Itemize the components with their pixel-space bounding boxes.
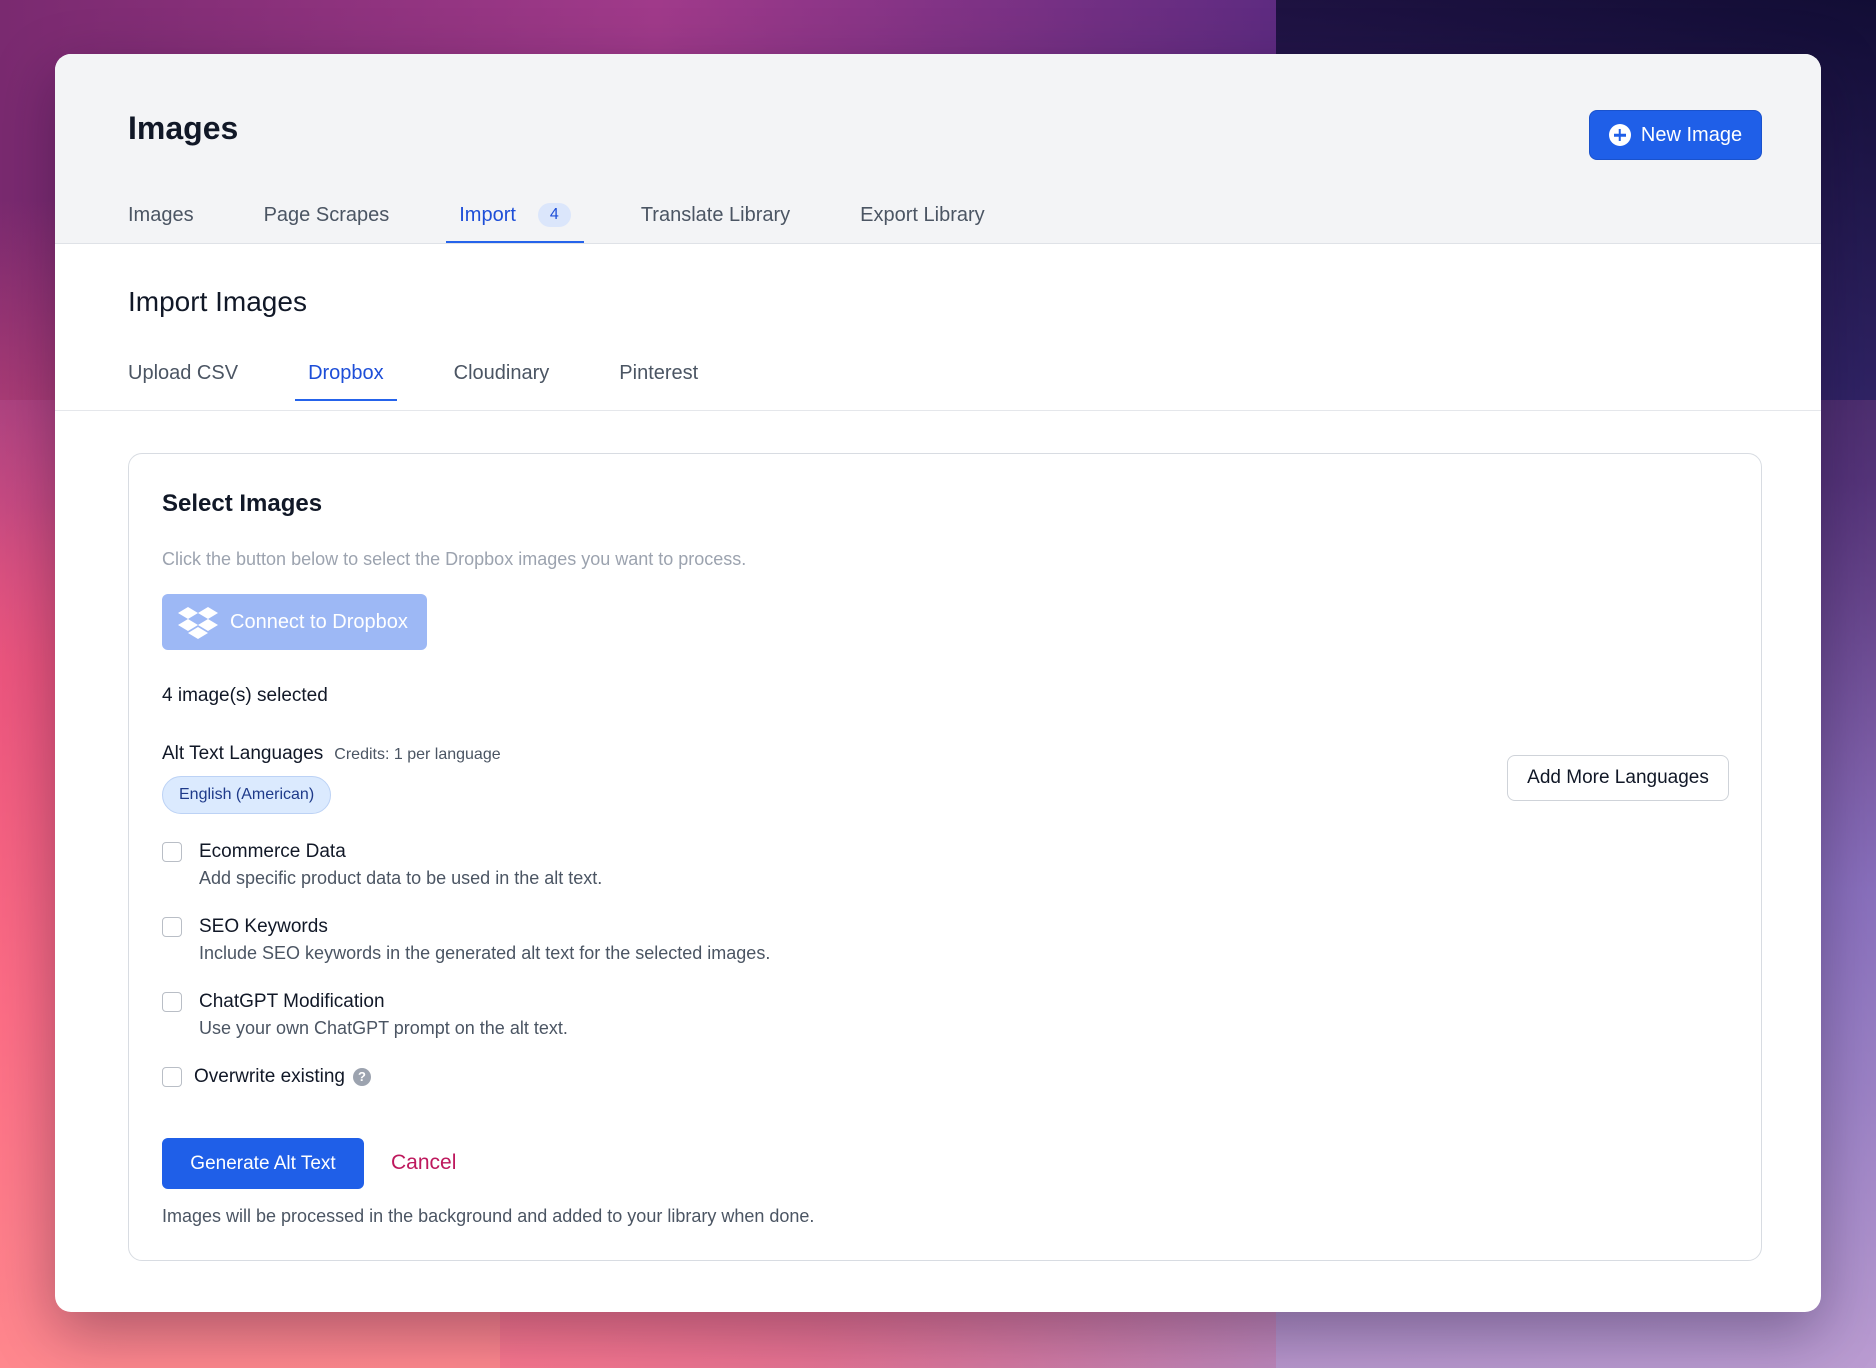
- new-image-button-label: New Image: [1640, 123, 1743, 146]
- option-title: Ecommerce Data: [199, 841, 346, 862]
- tab-dropbox-label: Dropbox: [308, 362, 384, 384]
- language-chip[interactable]: English (American): [162, 776, 332, 814]
- option-description: Use your own ChatGPT prompt on the alt t…: [199, 1018, 568, 1038]
- option-description: Add specific product data to be used in …: [199, 868, 603, 888]
- option-title: SEO Keywords: [199, 916, 328, 937]
- option-title: ChatGPT Modification: [199, 991, 385, 1012]
- import-section-title: Import Images: [128, 286, 307, 317]
- tab-translate-library[interactable]: Translate Library: [641, 204, 790, 242]
- overwrite-existing-label-wrap: Overwrite existing ?: [194, 1066, 371, 1088]
- select-images-card: Select Images Click the button below to …: [128, 453, 1762, 1261]
- languages-credits: Credits: 1 per language: [334, 746, 501, 763]
- tab-upload-csv[interactable]: Upload CSV: [128, 362, 238, 400]
- connect-dropbox-label: Connect to Dropbox: [230, 610, 408, 633]
- add-more-languages-button[interactable]: Add More Languages: [1507, 755, 1729, 801]
- tab-upload-csv-label: Upload CSV: [128, 362, 239, 384]
- tab-cloudinary[interactable]: Cloudinary: [454, 362, 550, 400]
- tab-import[interactable]: Import 4: [446, 203, 584, 243]
- new-image-button[interactable]: New Image: [1589, 110, 1762, 160]
- import-count-badge: 4: [537, 203, 571, 227]
- languages-label-text: Alt Text Languages: [162, 743, 324, 764]
- processing-note: Images will be processed in the backgrou…: [162, 1206, 815, 1226]
- tab-dropbox[interactable]: Dropbox: [295, 362, 397, 401]
- cancel-button[interactable]: Cancel: [391, 1151, 456, 1175]
- tab-pinterest-label: Pinterest: [619, 362, 699, 384]
- tab-images[interactable]: Images: [128, 204, 194, 242]
- main-tabs: Images Page Scrapes Import 4 Translate L…: [128, 203, 985, 244]
- plus-circle-icon: [1608, 124, 1631, 146]
- selected-count: 4 image(s) selected: [162, 685, 328, 706]
- page-title: Images: [128, 110, 239, 146]
- import-section: Import Images Upload CSV Dropbox Cloudin…: [55, 244, 1821, 411]
- help-icon[interactable]: ?: [353, 1068, 371, 1086]
- overwrite-existing-label: Overwrite existing: [194, 1066, 345, 1087]
- tab-page-scrapes-label: Page Scrapes: [263, 204, 390, 226]
- card-description: Click the button below to select the Dro…: [162, 549, 747, 569]
- tab-cloudinary-label: Cloudinary: [453, 362, 550, 384]
- option-description: Include SEO keywords in the generated al…: [199, 943, 771, 963]
- generate-alt-text-button[interactable]: Generate Alt Text: [162, 1138, 364, 1189]
- tab-page-scrapes[interactable]: Page Scrapes: [264, 204, 390, 242]
- ecommerce-data-checkbox[interactable]: [162, 842, 182, 862]
- page-header: Images New Image Images Page Scrapes Imp…: [55, 54, 1821, 244]
- tab-images-label: Images: [128, 204, 194, 226]
- tab-export-library-label: Export Library: [860, 204, 985, 226]
- card-title: Select Images: [162, 490, 323, 517]
- tab-pinterest[interactable]: Pinterest: [619, 362, 698, 400]
- alt-text-languages-label: Alt Text Languages Credits: 1 per langua…: [162, 743, 501, 765]
- import-source-tabs: Upload CSV Dropbox Cloudinary Pinterest: [128, 362, 698, 401]
- connect-dropbox-button[interactable]: Connect to Dropbox: [162, 594, 427, 650]
- tab-translate-library-label: Translate Library: [640, 204, 791, 226]
- chatgpt-modification-checkbox[interactable]: [162, 992, 182, 1012]
- tab-export-library[interactable]: Export Library: [860, 204, 985, 242]
- overwrite-existing-checkbox[interactable]: [162, 1067, 182, 1087]
- app-window: Images New Image Images Page Scrapes Imp…: [55, 54, 1821, 1312]
- dropbox-icon: [178, 605, 218, 639]
- tab-import-label: Import: [459, 204, 516, 226]
- seo-keywords-checkbox[interactable]: [162, 917, 182, 937]
